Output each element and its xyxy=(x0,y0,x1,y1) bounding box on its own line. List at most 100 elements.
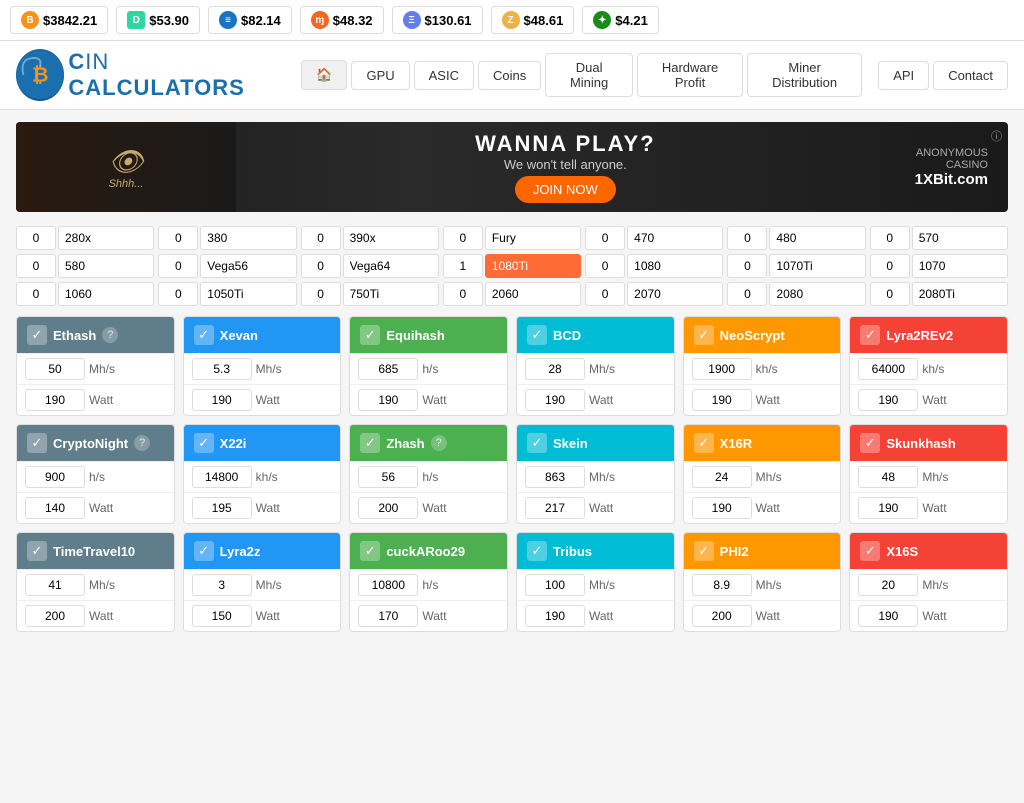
gpu-cell-390x: 390x xyxy=(301,226,439,250)
gpu-qty-2080[interactable] xyxy=(727,282,767,306)
nav-gpu-button[interactable]: GPU xyxy=(351,61,409,90)
algo-val-2-0[interactable] xyxy=(358,358,418,380)
gpu-qty-2060[interactable] xyxy=(443,282,483,306)
algo-val-16-1[interactable] xyxy=(692,605,752,627)
algo-check-7[interactable]: ✓ xyxy=(194,433,214,453)
algo-val-11-0[interactable] xyxy=(858,466,918,488)
algo-val-13-1[interactable] xyxy=(192,605,252,627)
gpu-qty-1080[interactable] xyxy=(585,254,625,278)
gpu-qty-390x[interactable] xyxy=(301,226,341,250)
ad-join-button[interactable]: JOIN NOW xyxy=(515,176,616,203)
algo-val-14-0[interactable] xyxy=(358,574,418,596)
algo-check-13[interactable]: ✓ xyxy=(194,541,214,561)
gpu-qty-1060[interactable] xyxy=(16,282,56,306)
algo-val-13-0[interactable] xyxy=(192,574,252,596)
algo-check-2[interactable]: ✓ xyxy=(360,325,380,345)
gpu-qty-1080ti[interactable] xyxy=(443,254,483,278)
algo-row-3-1: Watt xyxy=(517,384,674,415)
algo-name-2: Equihash xyxy=(386,328,445,343)
algo-val-17-0[interactable] xyxy=(858,574,918,596)
algo-val-17-1[interactable] xyxy=(858,605,918,627)
gpu-qty-580[interactable] xyxy=(16,254,56,278)
algo-card-tribus: ✓TribusMh/sWatt xyxy=(516,532,675,632)
algo-val-3-1[interactable] xyxy=(525,389,585,411)
algo-check-14[interactable]: ✓ xyxy=(360,541,380,561)
nav-contact-button[interactable]: Contact xyxy=(933,61,1008,90)
algo-check-12[interactable]: ✓ xyxy=(27,541,47,561)
algo-name-12: TimeTravel10 xyxy=(53,544,135,559)
nav-dualmining-button[interactable]: Dual Mining xyxy=(545,53,633,97)
algo-val-4-0[interactable] xyxy=(692,358,752,380)
algo-check-11[interactable]: ✓ xyxy=(860,433,880,453)
ad-logo-anon: ANONYMOUS xyxy=(915,147,988,159)
algo-check-17[interactable]: ✓ xyxy=(860,541,880,561)
algo-card-skunkhash: ✓SkunkhashMh/sWatt xyxy=(849,424,1008,524)
algo-check-4[interactable]: ✓ xyxy=(694,325,714,345)
algo-unit-13-1: Watt xyxy=(256,609,280,623)
gpu-qty-280x[interactable] xyxy=(16,226,56,250)
algo-info-8[interactable]: ? xyxy=(431,435,447,451)
gpu-qty-2080ti[interactable] xyxy=(870,282,910,306)
algo-check-9[interactable]: ✓ xyxy=(527,433,547,453)
algo-name-17: X16S xyxy=(886,544,918,559)
algo-check-8[interactable]: ✓ xyxy=(360,433,380,453)
algo-val-12-0[interactable] xyxy=(25,574,85,596)
gpu-qty-2070[interactable] xyxy=(585,282,625,306)
gpu-cell-2070: 2070 xyxy=(585,282,723,306)
ad-info-icon[interactable]: ⓘ xyxy=(991,128,1002,144)
nav-minerdist-button[interactable]: Miner Distribution xyxy=(747,53,862,97)
algo-val-2-1[interactable] xyxy=(358,389,418,411)
gpu-qty-vega56[interactable] xyxy=(158,254,198,278)
algo-val-7-0[interactable] xyxy=(192,466,252,488)
algo-val-5-1[interactable] xyxy=(858,389,918,411)
algo-val-16-0[interactable] xyxy=(692,574,752,596)
algo-check-0[interactable]: ✓ xyxy=(27,325,47,345)
algo-val-10-0[interactable] xyxy=(692,466,752,488)
algo-val-6-1[interactable] xyxy=(25,497,85,519)
gpu-cell-1050ti: 1050Ti xyxy=(158,282,296,306)
gpu-qty-750ti[interactable] xyxy=(301,282,341,306)
algo-val-5-0[interactable] xyxy=(858,358,918,380)
algo-info-0[interactable]: ? xyxy=(102,327,118,343)
algo-val-0-1[interactable] xyxy=(25,389,85,411)
algo-info-6[interactable]: ? xyxy=(134,435,150,451)
nav-asic-button[interactable]: ASIC xyxy=(414,61,474,90)
algo-check-10[interactable]: ✓ xyxy=(694,433,714,453)
nav-api-button[interactable]: API xyxy=(878,61,929,90)
algo-check-1[interactable]: ✓ xyxy=(194,325,214,345)
gpu-qty-1070[interactable] xyxy=(870,254,910,278)
algo-val-8-0[interactable] xyxy=(358,466,418,488)
gpu-qty-1070ti[interactable] xyxy=(727,254,767,278)
algo-val-7-1[interactable] xyxy=(192,497,252,519)
nav-coins-button[interactable]: Coins xyxy=(478,61,541,90)
gpu-qty-1050ti[interactable] xyxy=(158,282,198,306)
algo-val-4-1[interactable] xyxy=(692,389,752,411)
gpu-qty-380[interactable] xyxy=(158,226,198,250)
algo-val-9-0[interactable] xyxy=(525,466,585,488)
algo-val-15-1[interactable] xyxy=(525,605,585,627)
algo-val-14-1[interactable] xyxy=(358,605,418,627)
algo-val-12-1[interactable] xyxy=(25,605,85,627)
algo-check-5[interactable]: ✓ xyxy=(860,325,880,345)
algo-val-6-0[interactable] xyxy=(25,466,85,488)
algo-val-10-1[interactable] xyxy=(692,497,752,519)
algo-val-0-0[interactable] xyxy=(25,358,85,380)
algo-val-8-1[interactable] xyxy=(358,497,418,519)
algo-val-3-0[interactable] xyxy=(525,358,585,380)
gpu-qty-470[interactable] xyxy=(585,226,625,250)
nav-home-button[interactable]: 🏠 xyxy=(301,60,347,90)
algo-check-15[interactable]: ✓ xyxy=(527,541,547,561)
gpu-qty-570[interactable] xyxy=(870,226,910,250)
algo-check-16[interactable]: ✓ xyxy=(694,541,714,561)
algo-check-3[interactable]: ✓ xyxy=(527,325,547,345)
algo-val-9-1[interactable] xyxy=(525,497,585,519)
algo-check-6[interactable]: ✓ xyxy=(27,433,47,453)
gpu-qty-vega64[interactable] xyxy=(301,254,341,278)
algo-val-1-0[interactable] xyxy=(192,358,252,380)
gpu-qty-480[interactable] xyxy=(727,226,767,250)
nav-hwprofit-button[interactable]: Hardware Profit xyxy=(637,53,743,97)
algo-val-1-1[interactable] xyxy=(192,389,252,411)
algo-val-15-0[interactable] xyxy=(525,574,585,596)
gpu-qty-fury[interactable] xyxy=(443,226,483,250)
algo-val-11-1[interactable] xyxy=(858,497,918,519)
